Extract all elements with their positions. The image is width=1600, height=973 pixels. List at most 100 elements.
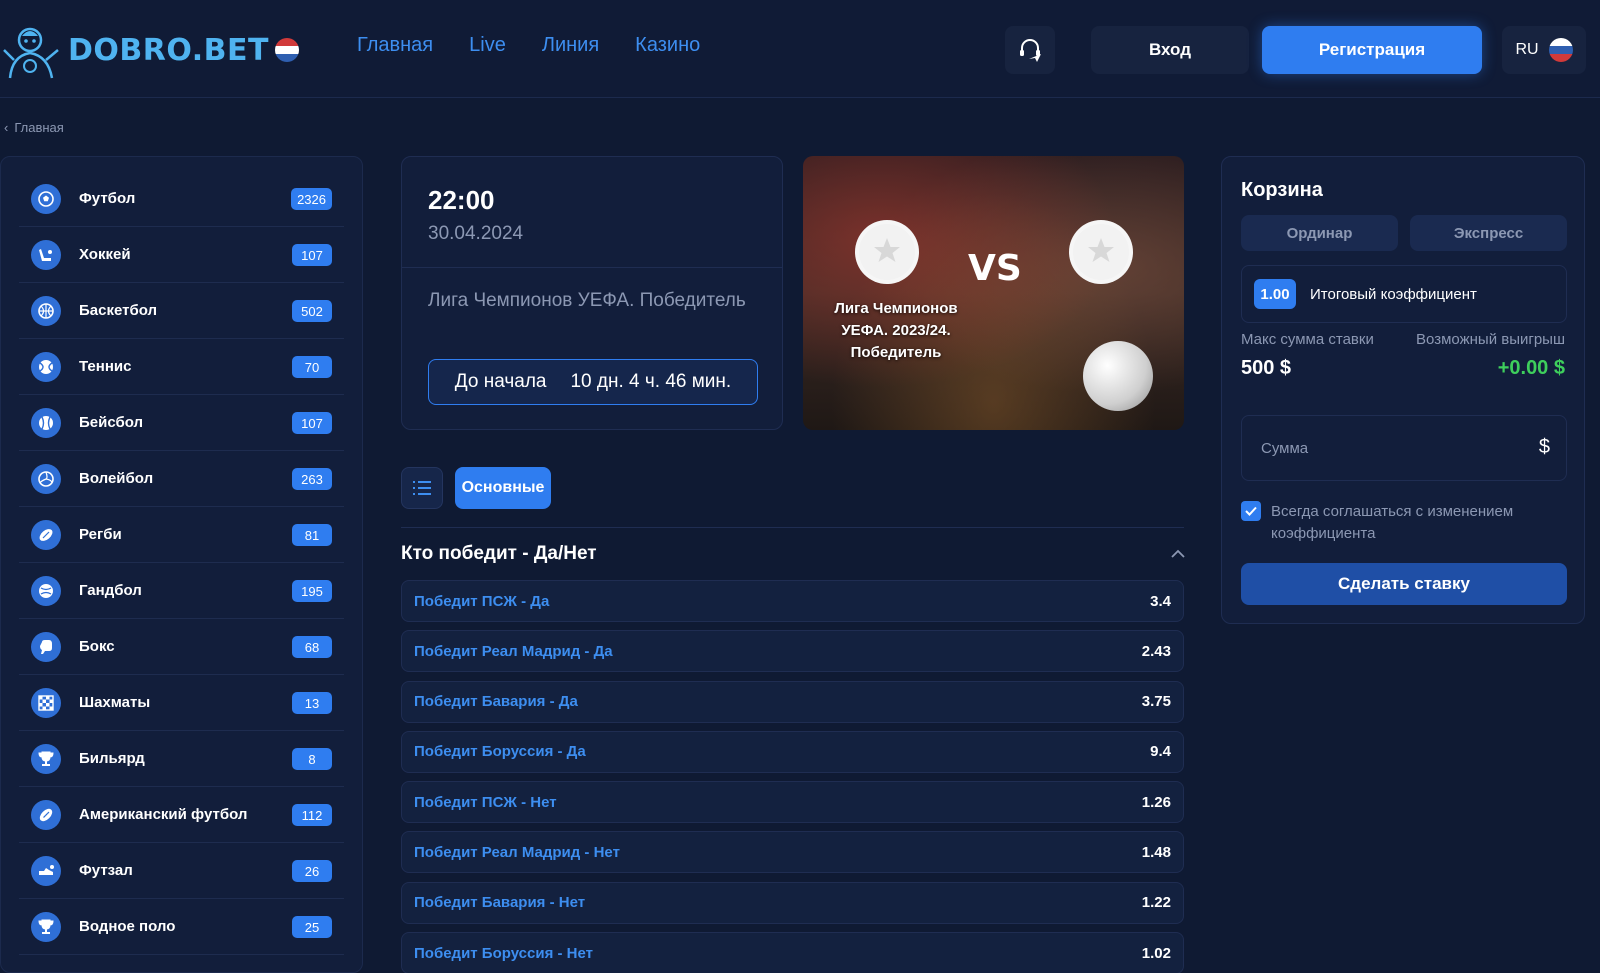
netherlands-flag-icon [274, 38, 299, 62]
nav-live[interactable]: Live [469, 34, 506, 57]
sport-name: Футзал [79, 862, 133, 879]
sidebar-item-sport[interactable]: Бильярд 8 [19, 731, 344, 787]
trophy-icon [31, 743, 61, 774]
sport-event-count: 81 [292, 524, 332, 546]
possible-win-label: Возможный выигрыш [1416, 331, 1565, 348]
soccer-ball-image [1083, 341, 1153, 411]
odd-value: 3.4 [1150, 592, 1171, 610]
odd-row[interactable]: Победит Боруссия - Нет 1.02 [401, 932, 1184, 973]
team-away-logo-icon [1069, 220, 1133, 284]
sport-name: Гандбол [79, 582, 142, 599]
sidebar-item-sport[interactable]: Волейбол 263 [19, 451, 344, 507]
register-button[interactable]: Регистрация [1262, 26, 1482, 74]
sport-name: Бильярд [79, 750, 145, 767]
odd-value: 1.02 [1141, 944, 1171, 962]
basketball-icon [31, 295, 61, 326]
login-button[interactable]: Вход [1091, 26, 1249, 74]
sidebar-item-sport[interactable]: Футбол 2326 [19, 171, 344, 227]
odd-row[interactable]: Победит ПСЖ - Да 3.4 [401, 580, 1184, 622]
sport-event-count: 195 [292, 580, 332, 602]
odd-label: Победит Боруссия - Нет [414, 944, 593, 962]
match-league: Лига Чемпионов УЕФА. Победитель [428, 290, 746, 311]
sport-name: Шахматы [79, 694, 151, 711]
sidebar-item-sport[interactable]: Хоккей 107 [19, 227, 344, 283]
odd-row[interactable]: Победит Боруссия - Да 9.4 [401, 730, 1184, 773]
odd-row[interactable]: Победит Бавария - Да 3.75 [401, 680, 1184, 723]
sidebar-item-sport[interactable]: Водное поло 25 [19, 899, 344, 955]
odd-label: Победит Бавария - Да [414, 693, 578, 711]
sport-event-count: 8 [292, 748, 332, 770]
odd-label: Победит ПСЖ - Да [414, 592, 550, 610]
bet-slip-title: Корзина [1241, 179, 1323, 201]
sports-sidebar: Футбол 2326 Хоккей 107 Баскетбол 502 Теннис 70 Б… [0, 156, 363, 973]
chevron-up-icon[interactable] [1170, 548, 1186, 560]
sport-name: Футбол [79, 190, 136, 207]
total-coefficient: 1.00 Итоговый коэффициент [1241, 265, 1567, 323]
agree-label: Всегда соглашаться с изменением коэффици… [1271, 503, 1514, 542]
sidebar-item-sport[interactable]: Американский футбол 112 [19, 787, 344, 843]
rugby-ball-icon [31, 519, 61, 550]
sport-event-count: 70 [292, 356, 332, 378]
match-banner: VS Лига Чемпионов УЕФА. 2023/24. Победит… [803, 156, 1184, 430]
tab-main-markets[interactable]: Основные [455, 467, 551, 509]
sidebar-item-sport[interactable]: Бейсбол 107 [19, 395, 344, 451]
team-home-logo-icon [855, 220, 919, 284]
place-bet-button[interactable]: Сделать ставку [1241, 563, 1567, 605]
nav-casino[interactable]: Казино [635, 34, 700, 57]
max-stake-label: Макс сумма ставки [1241, 331, 1374, 348]
sport-event-count: 263 [292, 468, 332, 490]
currency-symbol: $ [1538, 436, 1550, 458]
sidebar-item-sport[interactable]: Гандбол 195 [19, 563, 344, 619]
odd-row[interactable]: Победит Реал Мадрид - Нет 1.48 [401, 831, 1184, 874]
sidebar-item-sport[interactable]: Баскетбол 502 [19, 283, 344, 339]
nav-line[interactable]: Линия [542, 34, 599, 57]
sport-event-count: 26 [292, 860, 332, 882]
breadcrumb[interactable]: ‹ Главная [4, 120, 64, 135]
agree-checkbox[interactable] [1241, 501, 1261, 521]
hockey-icon [31, 239, 61, 270]
volleyball-icon [31, 463, 61, 494]
sport-name: Хоккей [79, 246, 131, 263]
list-icon [413, 481, 431, 495]
sport-name: Баскетбол [79, 302, 158, 319]
amount-input[interactable] [1242, 416, 1522, 480]
logo[interactable]: DOBRO.BET [0, 20, 299, 80]
language-selector[interactable]: RU [1502, 26, 1586, 74]
tab-express[interactable]: Экспресс [1410, 215, 1567, 251]
sidebar-item-sport[interactable]: Бокс 68 [19, 619, 344, 675]
market-list-toggle-button[interactable] [401, 467, 443, 509]
sport-event-count: 107 [292, 244, 332, 266]
chevron-left-icon: ‹ [4, 120, 9, 135]
header: DOBRO.BET Главная Live Линия Казино Вход… [0, 0, 1600, 98]
sport-name: Водное поло [79, 918, 176, 935]
odd-value: 1.22 [1141, 894, 1171, 912]
checkmark-icon [1245, 506, 1257, 516]
breadcrumb-home: Главная [14, 120, 64, 135]
tennis-ball-icon [31, 351, 61, 382]
divider [402, 267, 782, 268]
futsal-shoe-icon [31, 855, 61, 886]
countdown-box: До начала 10 дн. 4 ч. 46 мин. [428, 359, 758, 405]
sport-event-count: 107 [292, 412, 332, 434]
countdown-value: 10 дн. 4 ч. 46 мин. [570, 371, 732, 392]
sidebar-item-sport[interactable]: Регби 81 [19, 507, 344, 563]
coefficient-badge: 1.00 [1254, 279, 1296, 309]
sport-event-count: 2326 [291, 188, 332, 210]
sidebar-item-sport[interactable]: Шахматы 13 [19, 675, 344, 731]
nav-home[interactable]: Главная [357, 34, 433, 57]
sport-event-count: 25 [292, 916, 332, 938]
sidebar-item-sport[interactable]: Теннис 70 [19, 339, 344, 395]
match-info-card: 22:00 30.04.2024 Лига Чемпионов УЕФА. По… [401, 156, 783, 430]
odd-row[interactable]: Победит Бавария - Нет 1.22 [401, 881, 1184, 924]
odd-row[interactable]: Победит Реал Мадрид - Да 2.43 [401, 630, 1184, 673]
odd-row[interactable]: Победит ПСЖ - Нет 1.26 [401, 781, 1184, 824]
odd-label: Победит ПСЖ - Нет [414, 793, 557, 811]
sport-name: Бокс [79, 638, 115, 655]
support-button[interactable] [1005, 26, 1055, 74]
sidebar-item-sport[interactable]: Футзал 26 [19, 843, 344, 899]
tab-single[interactable]: Ординар [1241, 215, 1398, 251]
sport-name: Регби [79, 526, 122, 543]
chess-board-icon [31, 687, 61, 718]
odd-value: 2.43 [1141, 642, 1171, 660]
countdown-label: До начала [454, 371, 547, 392]
